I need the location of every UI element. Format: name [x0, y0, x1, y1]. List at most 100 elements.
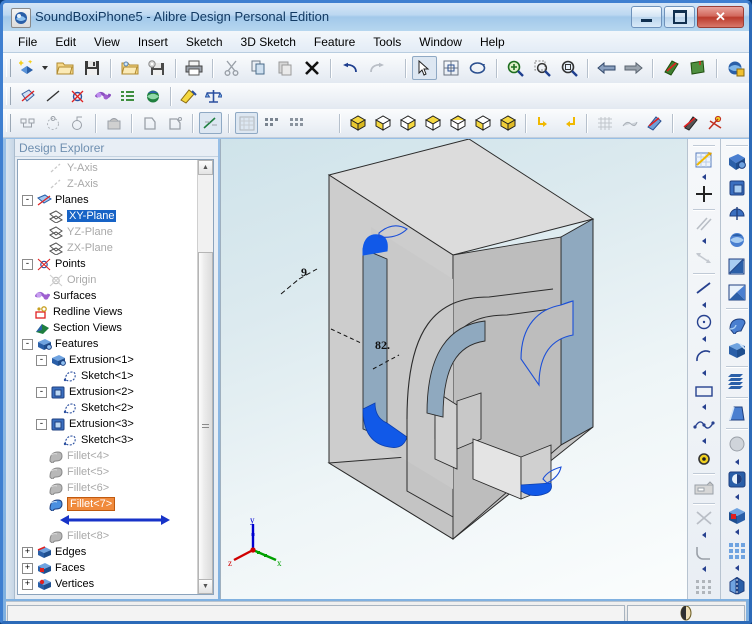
menu-item-window[interactable]: Window	[410, 32, 471, 52]
tree-item[interactable]: + Faces	[18, 560, 198, 576]
shell-icon[interactable]	[138, 112, 161, 134]
sweep-icon[interactable]	[722, 253, 749, 279]
copy-icon[interactable]	[246, 56, 271, 80]
tree-item[interactable]: Fillet<6>	[18, 480, 198, 496]
tree-item[interactable]: - Extrusion<3>	[18, 416, 198, 432]
pattern-sketch-icon[interactable]	[235, 112, 258, 134]
rotate-ccw-icon[interactable]	[557, 112, 580, 134]
delete-icon[interactable]	[300, 56, 325, 80]
circle-icon[interactable]	[690, 310, 719, 335]
tree-item[interactable]: - Extrusion<2>	[18, 384, 198, 400]
minimize-button[interactable]	[631, 6, 662, 28]
tree-item[interactable]: + Edges	[18, 544, 198, 560]
line-icon[interactable]	[41, 85, 64, 107]
paste-icon[interactable]	[273, 56, 298, 80]
arc-icon[interactable]	[690, 344, 719, 369]
grid-icon[interactable]	[285, 112, 308, 134]
physical-properties-icon[interactable]	[202, 85, 225, 107]
shade-display-icon[interactable]	[618, 112, 641, 134]
list-icon[interactable]	[116, 85, 139, 107]
open-package-icon[interactable]	[117, 56, 142, 80]
tree-item[interactable]: Sketch<2>	[18, 400, 198, 416]
tree-item[interactable]: + Vertices	[18, 576, 198, 592]
save-package-icon[interactable]	[144, 56, 169, 80]
tree-item[interactable]: Origin	[18, 272, 198, 288]
toolbar-grip[interactable]	[6, 59, 11, 77]
grid-points-icon[interactable]	[690, 574, 719, 599]
parallel-icon[interactable]	[690, 212, 719, 237]
save-icon[interactable]	[79, 56, 104, 80]
chevron-icon[interactable]	[702, 438, 706, 445]
open-folder-icon[interactable]	[53, 56, 78, 80]
tree-expander[interactable]: -	[22, 258, 33, 270]
chevron-icon[interactable]	[702, 173, 706, 180]
tree-item[interactable]: - Extrusion<1>	[18, 352, 198, 368]
chevron-icon[interactable]	[702, 531, 706, 538]
chevron-icon[interactable]	[702, 404, 706, 411]
constraints-icon[interactable]	[704, 112, 727, 134]
plane-view-icon[interactable]	[686, 56, 711, 80]
spline-icon[interactable]	[690, 412, 719, 437]
view-right-icon[interactable]	[421, 112, 444, 134]
menu-item-help[interactable]: Help	[471, 32, 514, 52]
circular-pattern-icon[interactable]	[41, 112, 64, 134]
chevron-icon[interactable]	[702, 237, 706, 244]
menu-item-sketch[interactable]: Sketch	[177, 32, 232, 52]
cad-model[interactable]	[221, 139, 687, 599]
chamfer-feature-icon[interactable]	[722, 337, 749, 363]
sketch-mode-icon[interactable]	[690, 148, 719, 173]
chevron-icon[interactable]	[702, 335, 706, 342]
rectangle-icon[interactable]	[690, 378, 719, 403]
mirror-icon[interactable]	[722, 573, 749, 599]
chevron-icon[interactable]	[702, 566, 706, 573]
view-front-icon[interactable]	[371, 112, 394, 134]
tree-item[interactable]: YZ-Plane	[18, 224, 198, 240]
menu-item-feature[interactable]: Feature	[305, 32, 364, 52]
thread-icon[interactable]	[722, 369, 749, 395]
zoom-window-icon[interactable]	[530, 56, 555, 80]
measure-icon[interactable]	[177, 85, 200, 107]
zoom-in-icon[interactable]	[503, 56, 528, 80]
tree-expander[interactable]: +	[22, 578, 33, 590]
extrude-cut-icon[interactable]	[722, 174, 749, 200]
extrude-boss-icon[interactable]	[722, 148, 749, 174]
close-button[interactable]: ✕	[697, 6, 744, 28]
new-dropdown-caret[interactable]	[41, 66, 48, 70]
tree-item[interactable]: - Features	[18, 336, 198, 352]
line-icon[interactable]	[690, 276, 719, 301]
material-icon[interactable]	[102, 112, 125, 134]
reference-point-icon[interactable]	[690, 446, 719, 471]
view-top-icon[interactable]	[396, 112, 419, 134]
equation-editor-icon[interactable]	[16, 112, 39, 134]
draft-icon[interactable]	[163, 112, 186, 134]
trim-icon[interactable]	[690, 506, 719, 531]
revolve-boss-icon[interactable]	[722, 201, 749, 227]
paint-icon[interactable]	[643, 112, 666, 134]
perpendicular-icon[interactable]	[690, 246, 719, 271]
rotate-cw-icon[interactable]	[532, 112, 555, 134]
shade-globe-icon[interactable]	[141, 85, 164, 107]
chevron-icon[interactable]	[734, 458, 739, 465]
section-icon[interactable]	[199, 112, 222, 134]
fillet-corner-icon[interactable]	[690, 540, 719, 565]
tree-item[interactable]: Fillet<7>	[18, 496, 198, 512]
reference-point-icon[interactable]	[66, 85, 89, 107]
scroll-down-button[interactable]: ▼	[198, 579, 213, 594]
tree-item[interactable]: - Points	[18, 256, 198, 272]
tree-item[interactable]: Surfaces	[18, 288, 198, 304]
tree-item[interactable]: - Planes	[18, 192, 198, 208]
tree-item[interactable]: Fillet<5>	[18, 464, 198, 480]
array-icon[interactable]	[722, 537, 749, 563]
revolve-icon[interactable]	[66, 112, 89, 134]
model-viewport[interactable]: 9 82. x y z	[220, 139, 687, 599]
menu-item-edit[interactable]: Edit	[46, 32, 85, 52]
activate-sketch-icon[interactable]	[16, 85, 39, 107]
draft-feature-icon[interactable]	[722, 400, 749, 426]
menu-item-file[interactable]: File	[9, 32, 46, 52]
chevron-icon[interactable]	[702, 369, 706, 376]
menu-item-insert[interactable]: Insert	[129, 32, 177, 52]
maximize-button[interactable]	[664, 6, 695, 28]
color-icon[interactable]	[679, 112, 702, 134]
tree-item[interactable]: Z-Axis	[18, 176, 198, 192]
tree-item[interactable]: Fillet<8>	[18, 528, 198, 544]
